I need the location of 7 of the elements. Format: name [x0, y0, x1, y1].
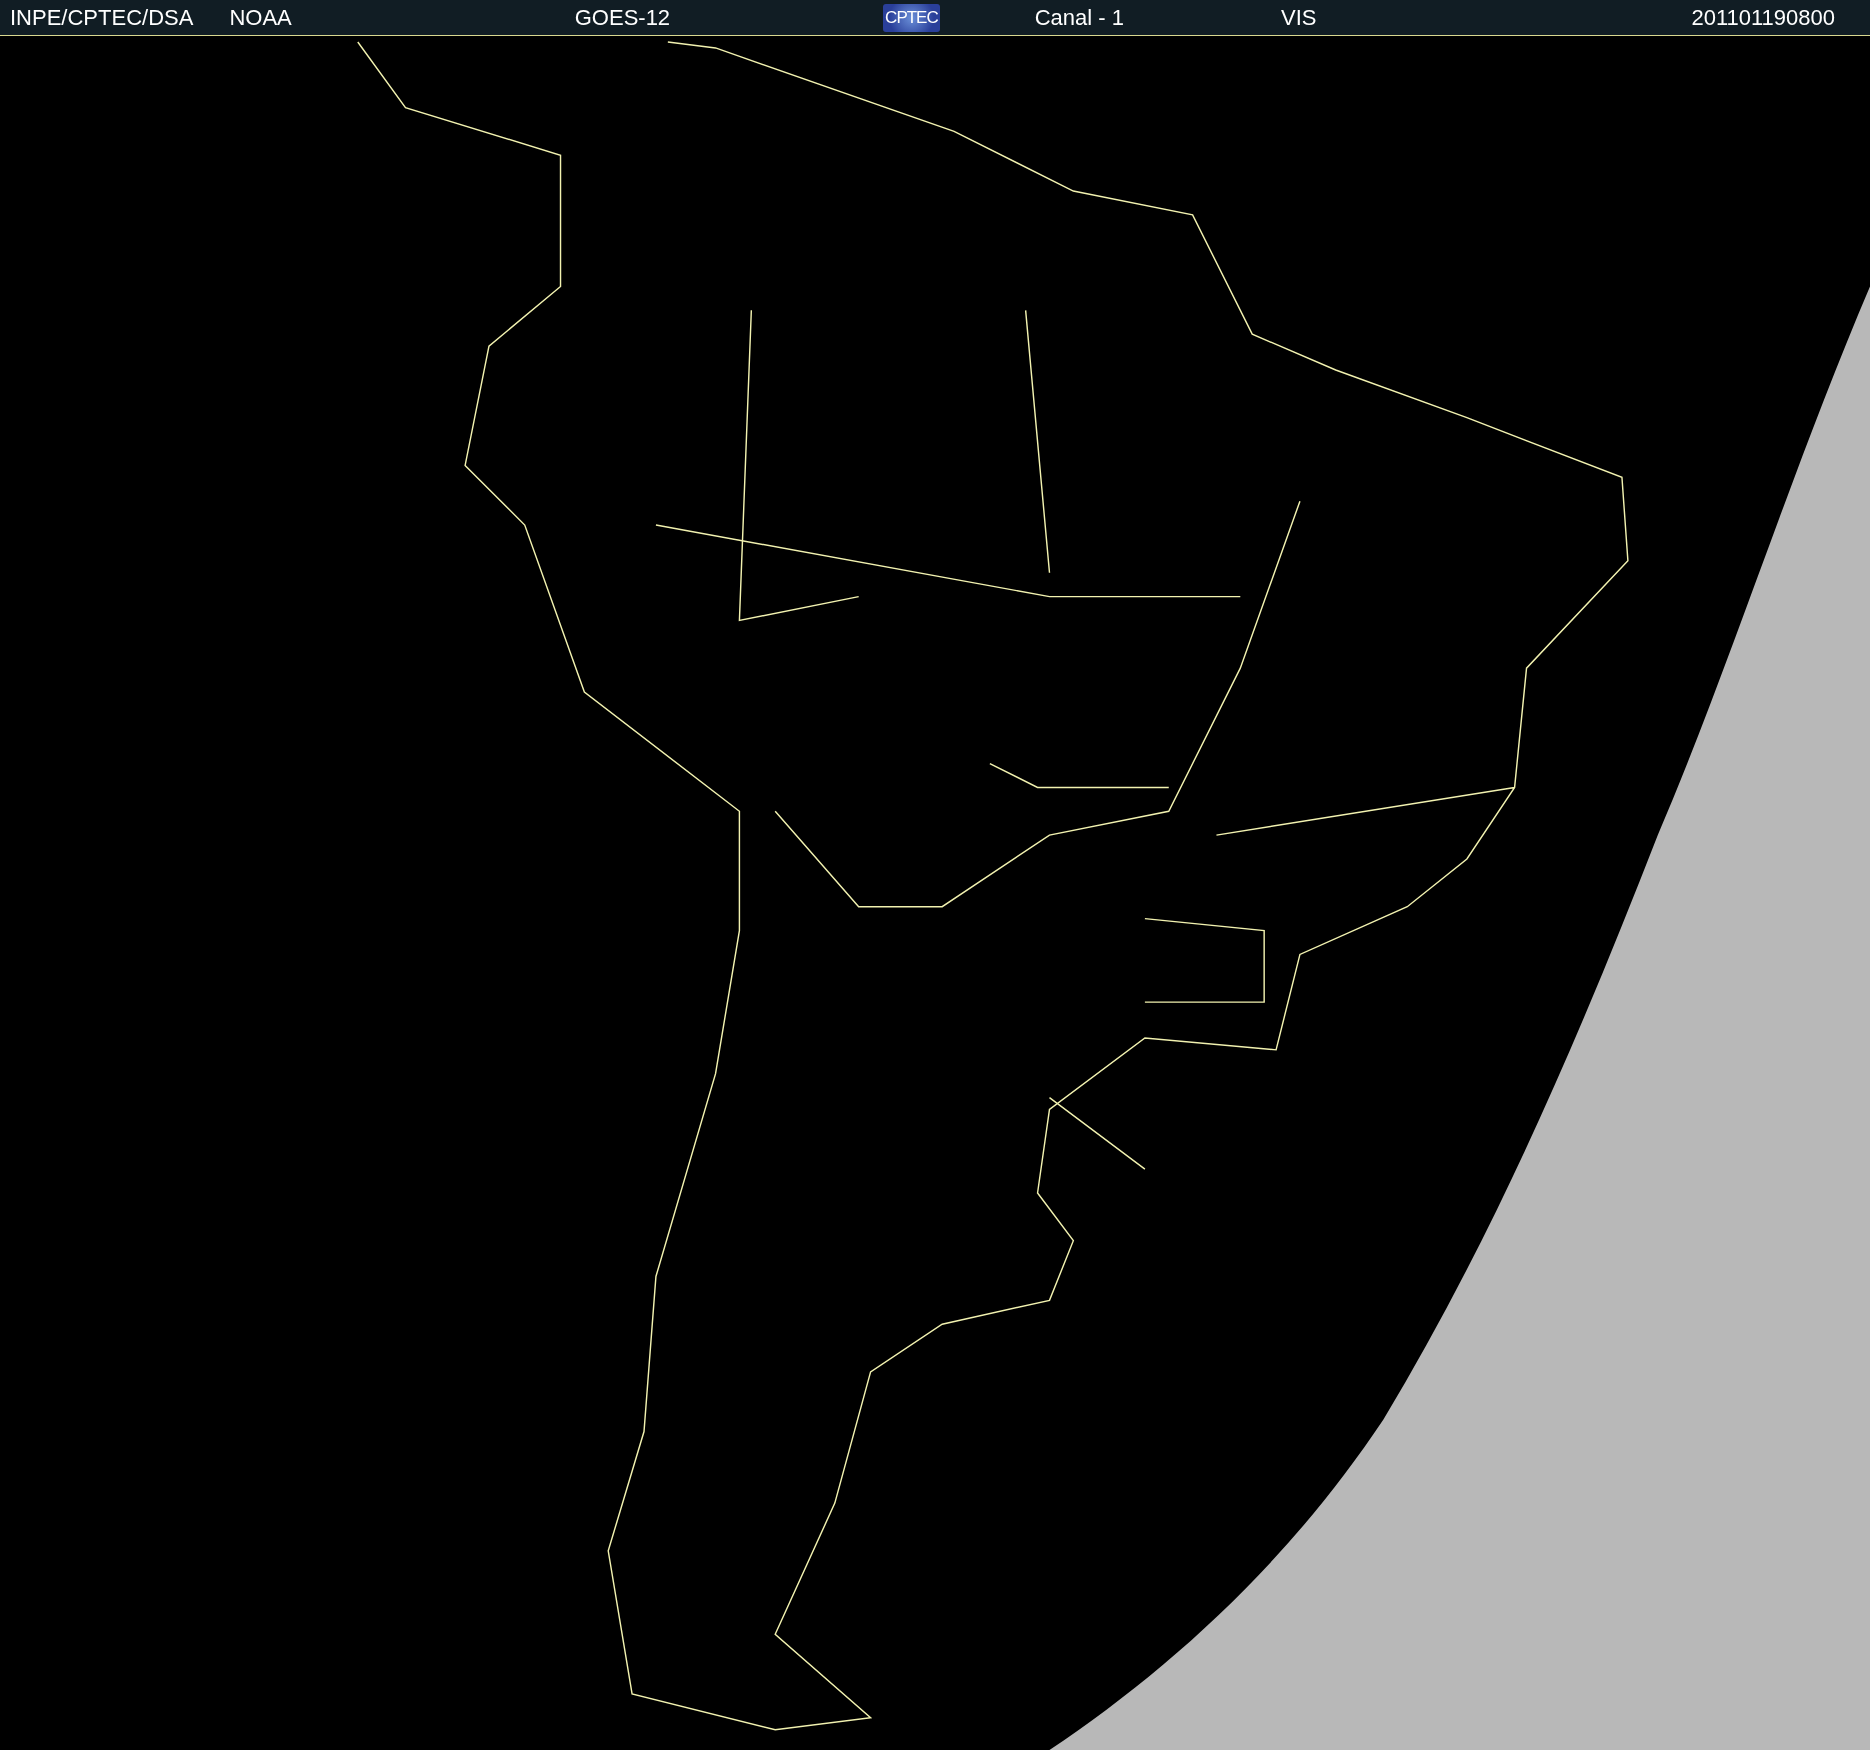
- agency-label: NOAA: [229, 4, 292, 31]
- channel-label: Canal - 1: [1034, 4, 1124, 31]
- satellite-label: GOES-12: [574, 4, 671, 31]
- timestamp-label: 201101190800: [1691, 4, 1835, 31]
- source-label: INPE/CPTEC/DSA: [10, 4, 194, 31]
- cptec-logo: CPTEC: [883, 3, 940, 32]
- band-label: VIS: [1281, 4, 1317, 31]
